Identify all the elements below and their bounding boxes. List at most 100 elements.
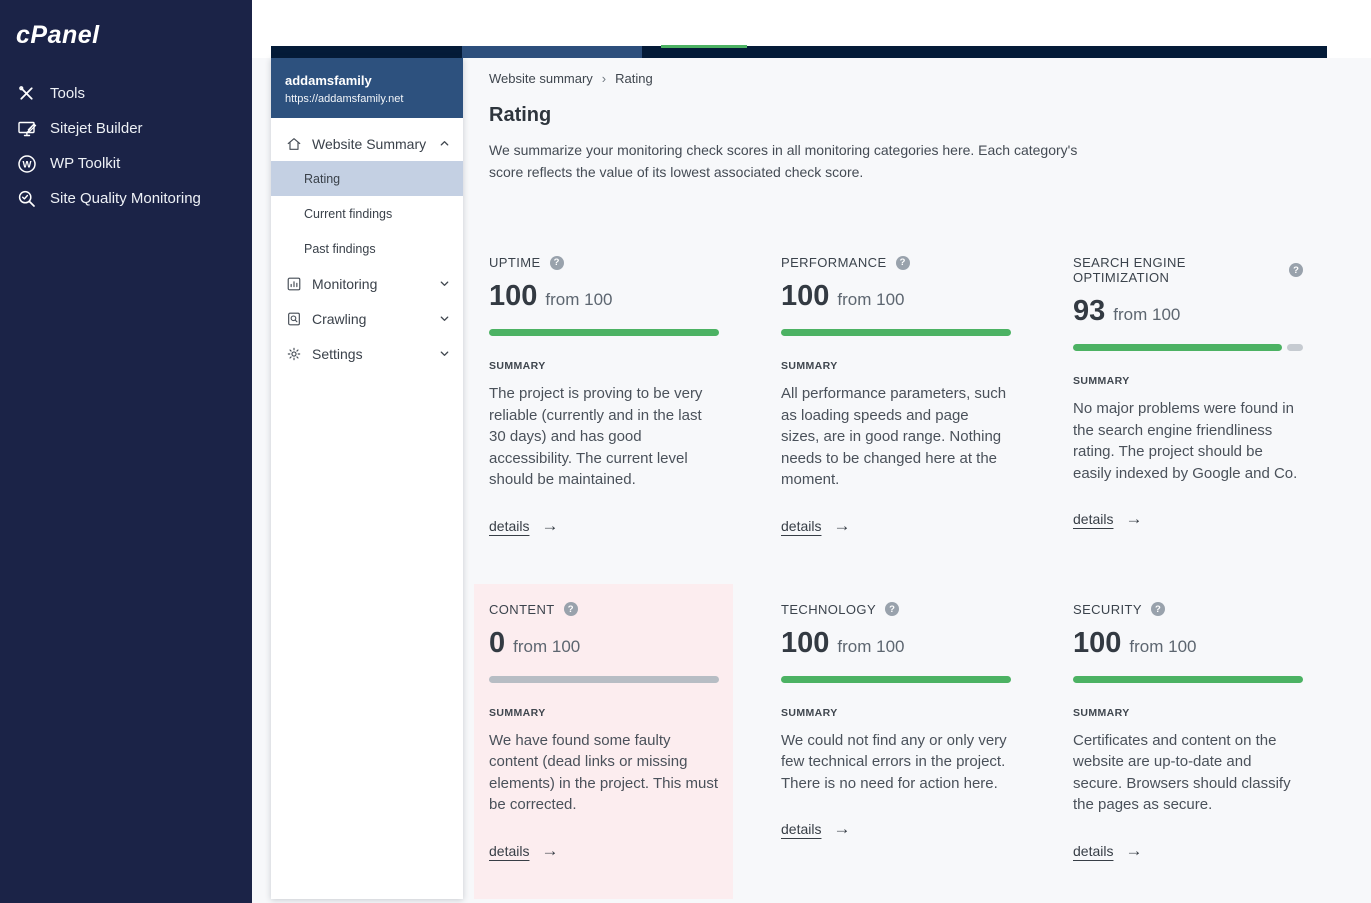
- cpanel-logo: cPanel: [0, 0, 252, 68]
- nav-subitem-current-findings[interactable]: Current findings: [271, 196, 463, 231]
- progress-bar: [781, 329, 1011, 336]
- nav-subitem-label: Rating: [304, 172, 340, 186]
- card-score: 100: [1073, 627, 1121, 660]
- arrow-right-icon: →: [541, 841, 558, 861]
- sidebar-item-tools[interactable]: Tools: [0, 76, 252, 111]
- card-score: 100: [781, 627, 829, 660]
- progress-bar: [781, 676, 1011, 683]
- nav-item-monitoring[interactable]: Monitoring: [271, 266, 463, 301]
- progress-fill: [1073, 676, 1303, 683]
- arrow-right-icon: →: [833, 516, 850, 536]
- card-category-label: UPTIME: [489, 255, 541, 270]
- nav-subitem-past-findings[interactable]: Past findings: [271, 231, 463, 266]
- progress-bar: [1073, 676, 1303, 683]
- nav-subitem-rating[interactable]: Rating: [271, 161, 463, 196]
- card-score-denominator: from 100: [1113, 305, 1180, 325]
- site-quality-monitoring-icon: [16, 188, 37, 209]
- svg-text:W: W: [22, 159, 31, 170]
- card-category-label: SEARCH ENGINE OPTIMIZATION: [1073, 255, 1280, 285]
- card-category-label: TECHNOLOGY: [781, 602, 876, 617]
- nav-item-website-summary[interactable]: Website Summary: [271, 126, 463, 161]
- rating-card-seo: SEARCH ENGINE OPTIMIZATION ? 93 from 100…: [1058, 237, 1317, 552]
- help-icon[interactable]: ?: [564, 602, 578, 616]
- sidebar-item-label: Tools: [50, 85, 85, 102]
- card-score: 100: [489, 280, 537, 313]
- progress-rest: [1287, 344, 1303, 351]
- summary-label: SUMMARY: [489, 707, 719, 719]
- breadcrumb-parent[interactable]: Website summary: [489, 71, 593, 86]
- main-pane: Website summary › Rating Rating We summa…: [489, 58, 1371, 899]
- nav-item-settings[interactable]: Settings: [271, 336, 463, 371]
- sidebar-item-sitejet-builder[interactable]: Sitejet Builder: [0, 111, 252, 146]
- details-link[interactable]: details: [781, 821, 821, 837]
- card-score: 93: [1073, 295, 1105, 328]
- details-link[interactable]: details: [489, 518, 529, 534]
- top-nav-bar: [271, 46, 1327, 58]
- help-icon[interactable]: ?: [1151, 602, 1165, 616]
- sitejet-builder-icon: [16, 118, 37, 139]
- arrow-right-icon: →: [1125, 841, 1142, 861]
- sidebar-item-site-quality-monitoring[interactable]: Site Quality Monitoring: [0, 181, 252, 216]
- sidebar-item-label: Site Quality Monitoring: [50, 190, 201, 207]
- card-score: 0: [489, 627, 505, 660]
- nav-item-label: Monitoring: [312, 276, 377, 292]
- summary-label: SUMMARY: [1073, 707, 1303, 719]
- card-summary-text: All performance parameters, such as load…: [781, 383, 1011, 491]
- rating-card-technology: TECHNOLOGY ? 100 from 100 SUMMARY We cou…: [766, 584, 1025, 899]
- rating-cards-grid: UPTIME ? 100 from 100 SUMMARY The projec…: [474, 237, 1371, 899]
- card-summary-text: Certificates and content on the website …: [1073, 730, 1303, 816]
- summary-label: SUMMARY: [489, 360, 719, 372]
- rating-card-security: SECURITY ? 100 from 100 SUMMARY Certific…: [1058, 584, 1317, 899]
- details-link[interactable]: details: [1073, 843, 1113, 859]
- arrow-right-icon: →: [833, 819, 850, 839]
- card-summary-text: We could not find any or only very few t…: [781, 730, 1011, 795]
- card-score: 100: [781, 280, 829, 313]
- summary-label: SUMMARY: [781, 707, 1011, 719]
- site-panel: addamsfamily https://addamsfamily.net We…: [271, 58, 463, 899]
- card-category-label: SECURITY: [1073, 602, 1142, 617]
- card-category-label: PERFORMANCE: [781, 255, 887, 270]
- chevron-down-icon: [439, 348, 450, 359]
- nav-item-crawling[interactable]: Crawling: [271, 301, 463, 336]
- help-icon[interactable]: ?: [550, 256, 564, 270]
- nav-subitem-label: Current findings: [304, 207, 392, 221]
- nav-item-label: Crawling: [312, 311, 366, 327]
- chevron-down-icon: [439, 313, 450, 324]
- card-score-denominator: from 100: [1129, 637, 1196, 657]
- card-category-label: CONTENT: [489, 602, 555, 617]
- help-icon[interactable]: ?: [885, 602, 899, 616]
- nav-item-label: Settings: [312, 346, 363, 362]
- site-url: https://addamsfamily.net: [285, 93, 449, 105]
- help-icon[interactable]: ?: [1289, 263, 1303, 277]
- active-tab-segment: [462, 46, 642, 58]
- progress-bar: [489, 329, 719, 336]
- home-icon: [285, 135, 302, 152]
- progress-fill: [781, 329, 1011, 336]
- breadcrumb: Website summary › Rating: [489, 58, 1371, 86]
- wp-toolkit-icon: W: [16, 153, 37, 174]
- arrow-right-icon: →: [1125, 509, 1142, 529]
- app-window: cPanel Tools Sitejet Builder W WP Toolki…: [0, 0, 1371, 903]
- page-title: Rating: [489, 103, 1371, 127]
- sidebar-item-label: Sitejet Builder: [50, 120, 143, 137]
- site-panel-nav: Website Summary Rating Current findings …: [271, 126, 463, 371]
- progress-bar: [489, 676, 719, 683]
- details-link[interactable]: details: [489, 843, 529, 859]
- progress-fill: [489, 329, 719, 336]
- sidebar-item-wp-toolkit[interactable]: W WP Toolkit: [0, 146, 252, 181]
- card-score-denominator: from 100: [837, 290, 904, 310]
- rating-card-content: CONTENT ? 0 from 100 SUMMARY We have fou…: [474, 584, 733, 899]
- chevron-up-icon: [439, 138, 450, 149]
- content-region: addamsfamily https://addamsfamily.net We…: [252, 58, 1371, 903]
- site-panel-header: addamsfamily https://addamsfamily.net: [271, 58, 463, 118]
- primary-nav: Tools Sitejet Builder W WP Toolkit Site …: [0, 76, 252, 216]
- details-link[interactable]: details: [781, 518, 821, 534]
- help-icon[interactable]: ?: [896, 256, 910, 270]
- details-link[interactable]: details: [1073, 511, 1113, 527]
- nav-item-label: Website Summary: [312, 136, 426, 152]
- active-tab-indicator: [661, 45, 747, 48]
- summary-label: SUMMARY: [781, 360, 1011, 372]
- rating-card-performance: PERFORMANCE ? 100 from 100 SUMMARY All p…: [766, 237, 1025, 552]
- progress-fill: [781, 676, 1011, 683]
- sidebar-item-label: WP Toolkit: [50, 155, 120, 172]
